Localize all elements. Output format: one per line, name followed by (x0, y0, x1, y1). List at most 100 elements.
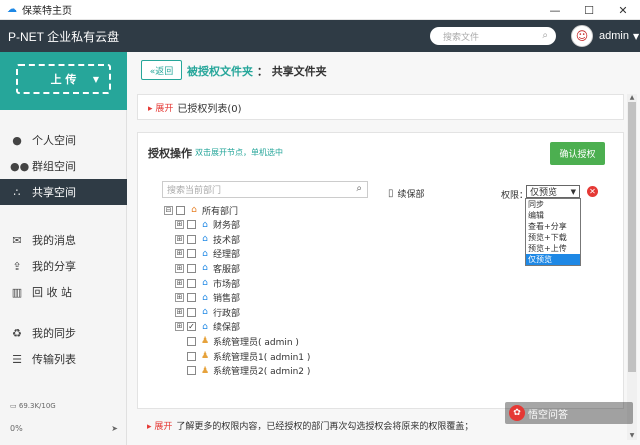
tree-checkbox[interactable] (187, 336, 196, 346)
sidebar-item-transfers[interactable]: ☰ 传输列表 (0, 346, 127, 372)
user-icon: ♟ (200, 336, 210, 347)
confirm-authorize-button[interactable]: 确认授权 (550, 142, 605, 165)
remove-icon[interactable]: ✕ (587, 186, 598, 197)
person-icon: ● (12, 133, 22, 147)
sidebar-item-recycle-bin[interactable]: ▥ 回 收 站 (0, 279, 127, 305)
tree-node[interactable]: ♟ 系统管理员1( admin1 ) (175, 349, 310, 363)
scrollbar[interactable]: ▲ ▼ (627, 94, 637, 440)
tree-checkbox[interactable] (187, 249, 196, 259)
tree-checkbox[interactable] (187, 351, 196, 361)
main-content: «返回 被授权文件夹 ： 共享文件夹 ▸ 展开 已授权列表(0) 授权操作 双击… (127, 52, 640, 445)
department-folder-icon: ⌂ (202, 321, 208, 332)
selected-item-label: 续保部 (397, 190, 425, 200)
watermark: ✿ 悟空问答 (509, 405, 568, 421)
group-icon: ●● (10, 159, 30, 173)
tree-node[interactable]: ⊞ ⌂ 行政部 (175, 305, 240, 319)
tree-node[interactable]: ⊞ ⌂ 技术部 (175, 232, 240, 246)
list-icon: ☰ (12, 352, 22, 366)
back-button[interactable]: «返回 (141, 60, 182, 80)
minimize-button[interactable]: — (538, 0, 572, 20)
maximize-button[interactable]: ☐ (572, 0, 606, 20)
expand-icon[interactable]: ⊞ (175, 293, 184, 303)
permission-option[interactable]: 查看+分享 (526, 221, 580, 232)
tree-checkbox[interactable] (187, 278, 196, 288)
username: admin (599, 30, 629, 42)
breadcrumb-separator: ： (256, 65, 268, 78)
tree-checkbox[interactable]: ✓ (187, 322, 196, 332)
breadcrumb-link[interactable]: 被授权文件夹 (187, 65, 253, 78)
section-hint: 双击展开节点，单机选中 (195, 148, 283, 157)
sidebar-item-sync[interactable]: ♻ 我的同步 (0, 320, 127, 346)
expand-icon[interactable]: ⊞ (175, 263, 184, 273)
sidebar-item-group[interactable]: ●● 群组空间 (0, 153, 127, 179)
collapse-icon[interactable]: ⊟ (164, 205, 173, 215)
tree-node-label: 系统管理员( admin ) (213, 337, 299, 348)
file-search-input[interactable]: 搜索文件 ⌕ (430, 27, 556, 45)
expand-icon[interactable]: ⊞ (175, 220, 184, 230)
tree-node[interactable]: ⊞ ⌂ 经理部 (175, 247, 240, 261)
tree-node[interactable]: ♟ 系统管理员2( admin2 ) (175, 364, 310, 378)
share-network-icon: ∴ (13, 185, 21, 199)
expand-icon[interactable]: ⊞ (175, 234, 184, 244)
sidebar-item-label: 我的分享 (32, 260, 76, 273)
search-icon[interactable]: ⌕ (356, 183, 362, 194)
tree-node-label: 系统管理员2( admin2 ) (213, 367, 311, 378)
expand-icon[interactable]: ⊞ (175, 249, 184, 259)
permission-option[interactable]: 同步 (526, 199, 580, 210)
tree-node[interactable]: ⊞ ⌂ 市场部 (175, 276, 240, 290)
department-search-input[interactable]: 搜索当前部门 ⌕ (162, 181, 368, 198)
tree-node-label: 技术部 (213, 235, 241, 246)
tree-node[interactable]: ⊟ ⌂ 所有部门 (164, 203, 238, 217)
department-folder-icon: ⌂ (202, 263, 208, 274)
tree-checkbox[interactable] (187, 366, 196, 376)
expand-icon[interactable]: ⊞ (175, 278, 184, 288)
tree-node-label: 经理部 (213, 250, 241, 261)
sidebar-item-messages[interactable]: ✉ 我的消息 (0, 227, 127, 253)
permission-option[interactable]: 预览+上传 (526, 243, 580, 254)
scrollbar-thumb[interactable] (628, 102, 636, 372)
avatar: ☺ (571, 25, 593, 47)
scroll-down-icon[interactable]: ▼ (627, 432, 637, 440)
tree-checkbox[interactable] (187, 293, 196, 303)
tree-checkbox[interactable] (187, 307, 196, 317)
chevron-down-icon: ▼ (632, 31, 640, 41)
sidebar-item-shared[interactable]: ∴ 共享空间 (0, 179, 127, 205)
sidebar-item-label: 我的消息 (32, 234, 76, 247)
expand-icon[interactable]: ⊞ (175, 307, 184, 317)
tree-checkbox[interactable] (187, 263, 196, 273)
tree-node[interactable]: ⊞ ⌂ 销售部 (175, 291, 240, 305)
expand-label: 展开 (155, 103, 174, 114)
chevron-down-icon: ▼ (92, 74, 99, 84)
tree-node[interactable]: ⊞ ⌂ 财务部 (175, 218, 240, 232)
permission-option[interactable]: 预览+下载 (526, 232, 580, 243)
permission-select[interactable]: 仅预览 ▼ (526, 185, 580, 198)
send-icon[interactable]: ➤ (111, 424, 118, 433)
authorized-list-panel[interactable]: ▸ 展开 已授权列表(0) (137, 94, 624, 120)
department-folder-icon: ⌂ (202, 307, 208, 318)
user-menu[interactable]: ☺ admin ▼ (571, 25, 639, 47)
sidebar-item-personal[interactable]: ● 个人空间 (0, 127, 127, 153)
close-button[interactable]: ✕ (606, 0, 640, 20)
expand-toggle[interactable]: ▸ 展开 (147, 419, 172, 432)
tree-node-label: 客服部 (213, 264, 241, 275)
search-placeholder: 搜索当前部门 (167, 186, 222, 196)
section-title: 授权操作 (148, 147, 192, 160)
department-folder-icon: ⌂ (202, 278, 208, 288)
sidebar-item-my-shares[interactable]: ⇪ 我的分享 (0, 253, 127, 279)
upload-button[interactable]: 上 传 ▼ (16, 64, 111, 94)
permission-label: 权限： (501, 191, 529, 201)
tree-checkbox[interactable] (176, 205, 185, 215)
search-icon[interactable]: ⌕ (542, 30, 548, 41)
tree-node[interactable]: ⊞ ✓ ⌂ 续保部 (175, 320, 240, 334)
permission-option[interactable]: 仅预览 (526, 254, 580, 265)
scroll-up-icon[interactable]: ▲ (627, 94, 637, 102)
tree-checkbox[interactable] (187, 220, 196, 230)
tree-node[interactable]: ⊞ ⌂ 客服部 (175, 261, 240, 275)
tree-checkbox[interactable] (187, 234, 196, 244)
authorization-panel: 授权操作 双击展开节点，单机选中 确认授权 搜索当前部门 ⌕ ⊟ ⌂ 所有部门 ⊞ ⌂ 财… (137, 132, 624, 440)
permission-option[interactable]: 编辑 (526, 210, 580, 221)
tree-node[interactable]: ♟ 系统管理员( admin ) (175, 334, 299, 348)
expand-toggle[interactable]: ▸ 展开 (148, 101, 173, 114)
document-icon: ▯ (388, 188, 394, 199)
expand-icon[interactable]: ⊞ (175, 322, 184, 332)
